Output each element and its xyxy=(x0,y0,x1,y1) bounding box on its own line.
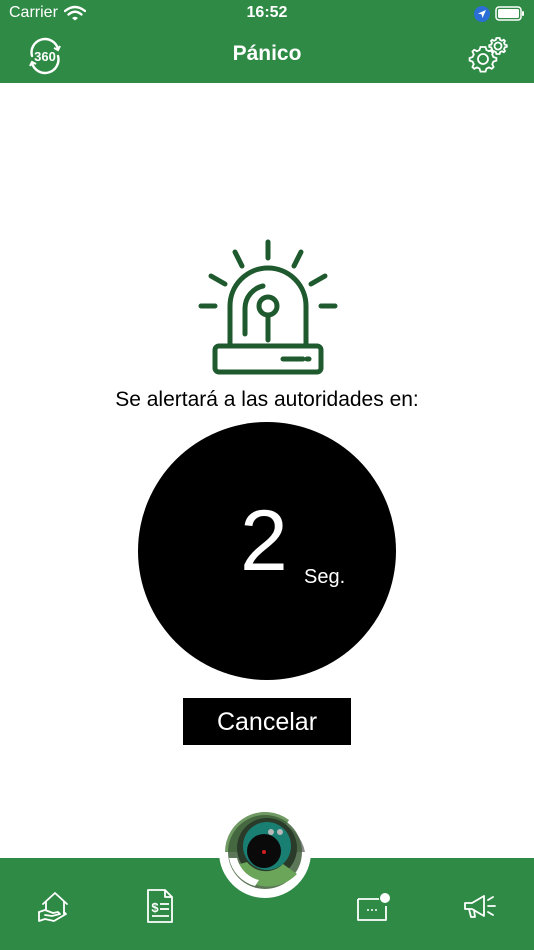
siren-icon xyxy=(197,238,339,383)
alert-message: Se alertará a las autoridades en: xyxy=(115,388,419,411)
clock-time: 16:52 xyxy=(246,4,288,21)
countdown-circle: 2 Seg. xyxy=(138,422,396,680)
gear-icon[interactable] xyxy=(468,35,510,80)
countdown-unit: Seg. xyxy=(304,566,346,588)
status-bar: Carrier 16:52 xyxy=(0,0,534,28)
home-hand-icon[interactable] xyxy=(36,888,72,929)
countdown-value: 2 xyxy=(240,493,288,589)
message-icon[interactable] xyxy=(355,888,391,929)
cancel-button[interactable]: Cancelar xyxy=(183,698,351,745)
battery-icon xyxy=(495,6,525,26)
bill-icon[interactable]: $ xyxy=(145,888,175,929)
page-title: Pánico xyxy=(232,42,302,65)
svg-text:$: $ xyxy=(151,900,159,915)
megaphone-icon[interactable] xyxy=(462,888,498,929)
camera-eye-button[interactable] xyxy=(219,806,311,898)
camera-eye-icon xyxy=(221,808,309,896)
nav-bar: 360 Pánico xyxy=(0,28,534,83)
location-arrow-icon xyxy=(474,6,490,27)
